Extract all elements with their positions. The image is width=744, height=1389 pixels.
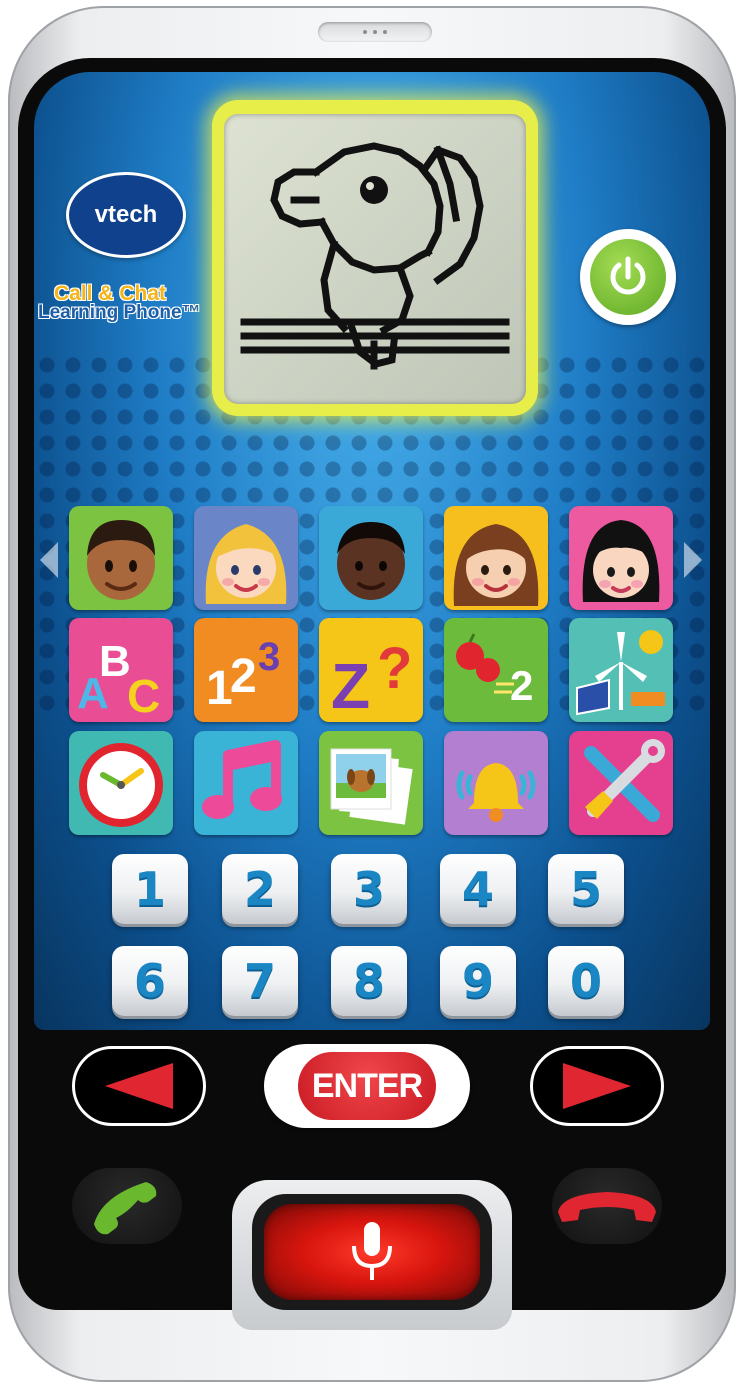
music-note-icon	[202, 740, 282, 819]
boy-avatar-icon-dark	[337, 522, 405, 600]
bell-icon	[456, 763, 536, 822]
boy-avatar-icon	[87, 520, 155, 600]
tools-icon	[584, 739, 665, 822]
keypad-key-4[interactable]: 4	[440, 854, 516, 924]
keypad-key-2[interactable]: 2	[222, 854, 298, 924]
z-question-icon: Z ?	[331, 636, 412, 722]
keypad-key-label: 0	[569, 954, 602, 1008]
app-tile-letters-game[interactable]: A B C	[69, 618, 173, 722]
microphone-icon	[352, 1222, 392, 1280]
keypad-key-label: 8	[352, 954, 385, 1008]
keypad-key-label: 7	[243, 954, 276, 1008]
counting-digit-two: 2	[510, 662, 533, 709]
enter-button[interactable]: ENTER	[264, 1044, 470, 1128]
power-button-face[interactable]	[590, 239, 666, 315]
app-tile-clock-app[interactable]	[69, 731, 173, 835]
hangup-button[interactable]	[552, 1168, 662, 1244]
abc-letter-b: B	[99, 637, 131, 686]
phone-hangup-icon	[558, 1192, 656, 1222]
call-button[interactable]	[72, 1168, 182, 1244]
enter-label: ENTER	[311, 1066, 423, 1105]
lcd-screen	[224, 114, 526, 404]
keypad-key-label: 9	[461, 954, 494, 1008]
blonde-girl-avatar-icon	[205, 524, 287, 604]
keypad-key-5[interactable]: 5	[548, 854, 624, 924]
abc-icon: A B C	[77, 637, 160, 722]
keypad-key-3[interactable]: 3	[331, 854, 407, 924]
product-name-line2: Learning Phone™	[38, 302, 201, 323]
quiz-question-mark: ?	[377, 636, 412, 701]
app-tile-photos-app[interactable]	[319, 731, 423, 835]
left-arrow-icon	[105, 1063, 173, 1109]
enter-button-face[interactable]: ENTER	[298, 1052, 436, 1120]
keypad-key-0[interactable]: 0	[548, 946, 624, 1016]
abc-letter-c: C	[127, 670, 160, 722]
power-button[interactable]	[580, 229, 676, 325]
app-tile-contact-5[interactable]	[569, 506, 673, 610]
product-name: Call & Chat Learning Phone™	[38, 282, 228, 324]
num-digit-one: 1	[206, 662, 233, 715]
logo-text: vtech	[94, 201, 158, 228]
phone-call-icon	[94, 1182, 157, 1235]
keypad-key-label: 6	[133, 954, 166, 1008]
tiles-scroll-left-indicator	[40, 542, 58, 578]
keypad-key-label: 5	[569, 862, 602, 916]
app-tile-ringtone-app[interactable]	[444, 731, 548, 835]
app-tile-numbers-game[interactable]: 1 2 3	[194, 618, 298, 722]
left-arrow-button[interactable]	[72, 1046, 206, 1126]
tiles-scroll-right-indicator	[684, 542, 702, 578]
keypad-key-6[interactable]: 6	[112, 946, 188, 1016]
microphone-button-light[interactable]	[264, 1204, 480, 1300]
right-arrow-button[interactable]	[530, 1046, 664, 1126]
wind-solar-icon	[576, 630, 665, 716]
vtech-logo: vtech	[66, 172, 186, 258]
keypad-key-1[interactable]: 1	[112, 854, 188, 924]
apples-counting-icon: 2	[456, 633, 533, 709]
photos-dog-icon	[330, 748, 413, 825]
keypad-key-label: 2	[243, 862, 276, 916]
app-tile-quiz-game[interactable]: Z ?	[319, 618, 423, 722]
app-tile-contact-1[interactable]	[69, 506, 173, 610]
app-tile-settings-app[interactable]	[569, 731, 673, 835]
keypad-key-label: 3	[352, 862, 385, 916]
app-tile-contact-3[interactable]	[319, 506, 423, 610]
parrot-pixel-art-icon	[240, 142, 510, 370]
keypad-key-7[interactable]: 7	[222, 946, 298, 1016]
keypad-key-9[interactable]: 9	[440, 946, 516, 1016]
num-digit-two: 2	[230, 650, 257, 703]
keypad-key-label: 4	[461, 862, 494, 916]
right-arrow-icon	[563, 1063, 631, 1109]
keypad-key-label: 1	[133, 862, 166, 916]
keypad-key-8[interactable]: 8	[331, 946, 407, 1016]
num-digit-three: 3	[258, 635, 280, 679]
app-tile-contact-2[interactable]	[194, 506, 298, 610]
app-tile-music-app[interactable]	[194, 731, 298, 835]
girl-avatar-icon-bob	[582, 520, 660, 602]
quiz-letter-z: Z	[331, 650, 370, 722]
app-tile-counting-game[interactable]: 2	[444, 618, 548, 722]
123-icon: 1 2 3	[206, 635, 280, 715]
app-tile-energy-game[interactable]	[569, 618, 673, 722]
speaker-slot	[318, 22, 432, 42]
girl-avatar-icon	[453, 524, 539, 606]
app-tile-contact-4[interactable]	[444, 506, 548, 610]
power-icon	[610, 256, 646, 295]
clock-icon	[79, 743, 163, 827]
